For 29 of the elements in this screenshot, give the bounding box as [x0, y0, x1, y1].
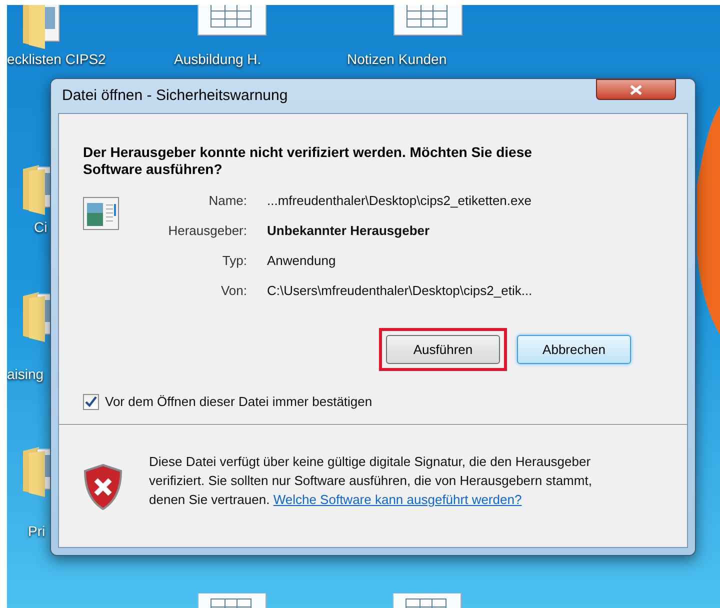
detail-label: Name:	[208, 192, 247, 209]
dialog-button[interactable]: Abbrechen	[517, 335, 631, 364]
checkbox[interactable]	[83, 394, 99, 410]
spreadsheet-icon[interactable]	[393, 5, 463, 37]
detail-value: ...mfreudenthaler\Desktop\cips2_etiketten.exe	[267, 192, 532, 209]
application-icon	[83, 197, 119, 230]
desktop-icon-label[interactable]: Ci	[34, 217, 48, 238]
desktop-icon-label[interactable]: ecklisten CIPS2	[7, 49, 106, 70]
dialog-button[interactable]: Ausführen	[386, 335, 500, 364]
warning-heading: Der Herausgeber konnte nicht verifiziert werden. Möchten Sie diese Software ausführen?	[83, 144, 533, 178]
detail-value: Unbekannter Herausgeber	[267, 222, 431, 239]
desktop-icon-label[interactable]: aising	[7, 364, 44, 385]
warning-text: Diese Datei verfügt über keine gültige digitale Signatur, die den Herausgeber verifiziert. Sie sollten nur Software ausführen, die von Herausgebern stammt, denen Sie vertrauen. Welche Software kann ausgeführt werden?	[149, 452, 593, 508]
check-icon	[85, 396, 97, 408]
desktop-icon-label[interactable]: Ausbildung H.	[174, 49, 262, 70]
desktop-icon-label[interactable]: Notizen Kunden	[347, 49, 447, 70]
window-title: Datei öffnen - Sicherheitswarnung	[62, 86, 288, 106]
help-link[interactable]: Welche Software kann ausgeführt werden?	[273, 492, 522, 506]
detail-value: C:\Users\mfreudenthaler\Desktop\cips2_etik...	[267, 282, 532, 299]
shield-error-icon	[83, 464, 123, 510]
close-icon	[630, 84, 642, 94]
detail-value: Anwendung	[267, 252, 337, 269]
checkbox-label: Vor dem Öffnen dieser Datei immer bestätigen	[105, 393, 372, 411]
desktop-icon-label[interactable]: Pri	[28, 521, 46, 542]
close-button[interactable]	[596, 79, 676, 100]
detail-label: Herausgeber:	[167, 222, 247, 239]
detail-label: Von:	[220, 282, 247, 299]
detail-label: Typ:	[221, 252, 247, 269]
spreadsheet-icon[interactable]	[197, 5, 267, 37]
